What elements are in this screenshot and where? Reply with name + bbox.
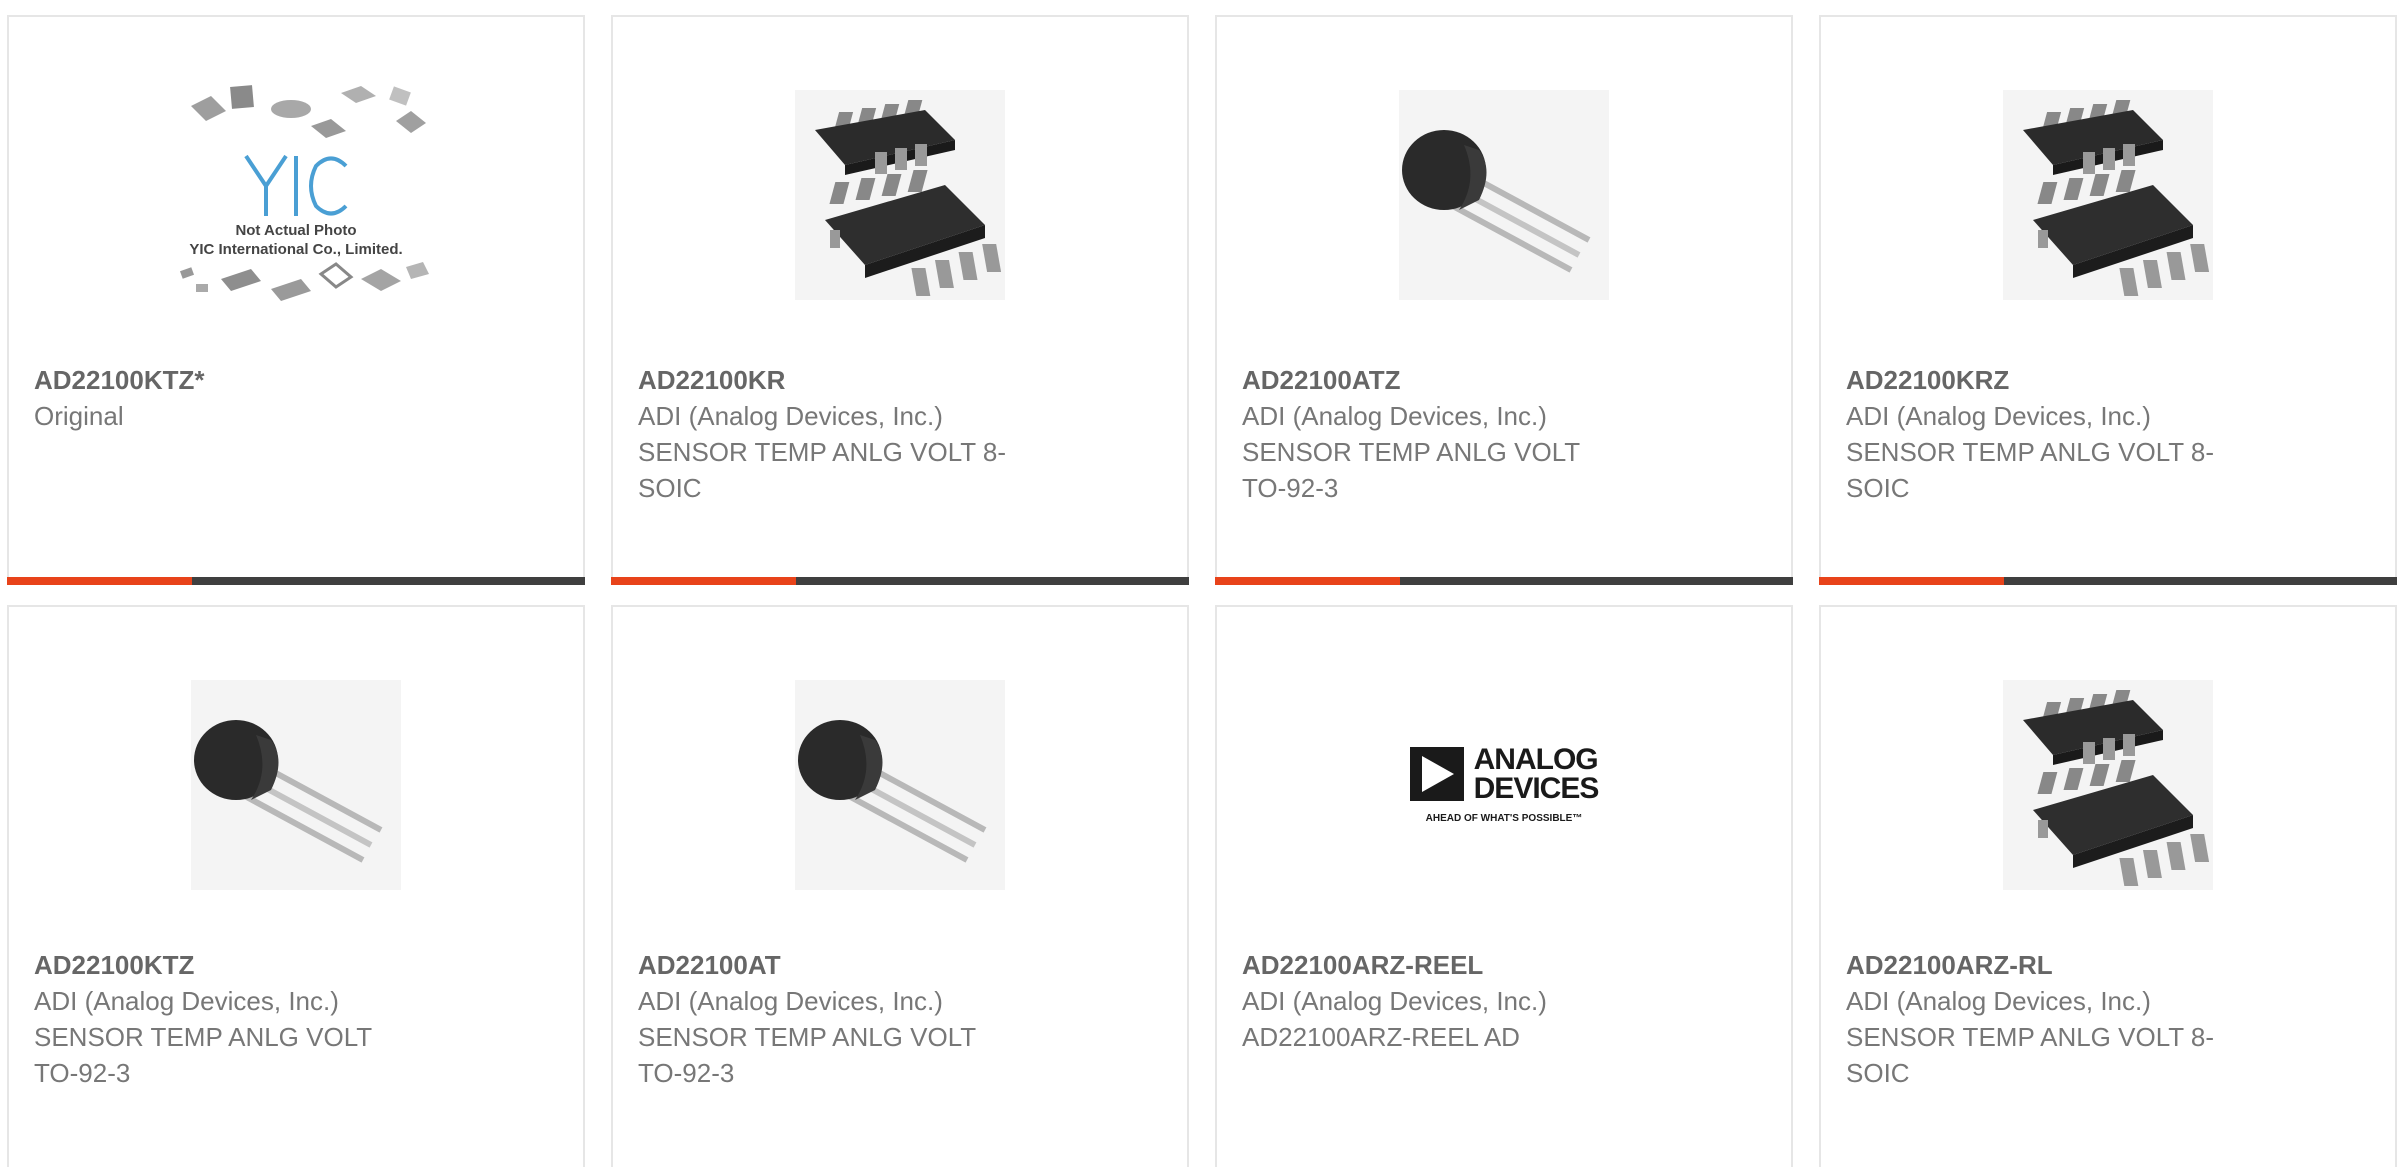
product-image[interactable] <box>613 87 1187 302</box>
product-card[interactable]: Not Actual Photo YIC International Co., … <box>7 15 585 585</box>
description: AD22100ARZ-REEL AD <box>1242 1022 1520 1052</box>
product-card[interactable]: AD22100KRZ ADI (Analog Devices, Inc.) SE… <box>1819 15 2397 585</box>
soic-8-package-icon <box>2003 679 2213 890</box>
product-image[interactable] <box>1217 87 1791 302</box>
progress-fill <box>1215 577 1400 585</box>
to-92-package-icon <box>1399 89 1609 300</box>
product-image[interactable] <box>1821 87 2395 302</box>
chip-cluster-icon <box>179 261 429 301</box>
manufacturer: ADI (Analog Devices, Inc.) <box>1846 401 2151 431</box>
manufacturer: Original <box>34 401 124 431</box>
part-number[interactable]: AD22100KRZ <box>1846 362 2286 398</box>
progress-bar <box>611 577 1189 585</box>
progress-bar <box>1215 577 1793 585</box>
description: SENSOR TEMP ANLG VOLT 8-SOIC <box>638 437 1006 503</box>
part-number[interactable]: AD22100KTZ* <box>34 362 474 398</box>
product-info: AD22100KRZ ADI (Analog Devices, Inc.) SE… <box>1846 362 2286 506</box>
product-info: AD22100KTZ ADI (Analog Devices, Inc.) SE… <box>34 947 474 1091</box>
part-number[interactable]: AD22100AT <box>638 947 1078 983</box>
product-image[interactable]: Not Actual Photo YIC International Co., … <box>9 84 583 302</box>
manufacturer: ADI (Analog Devices, Inc.) <box>1242 401 1547 431</box>
product-image[interactable] <box>1821 677 2395 892</box>
manufacturer: ADI (Analog Devices, Inc.) <box>1846 986 2151 1016</box>
product-image[interactable]: ANALOG DEVICES AHEAD OF WHAT'S POSSIBLE™ <box>1217 677 1791 892</box>
manufacturer: ADI (Analog Devices, Inc.) <box>638 986 943 1016</box>
manufacturer: ADI (Analog Devices, Inc.) <box>34 986 339 1016</box>
product-card[interactable]: ANALOG DEVICES AHEAD OF WHAT'S POSSIBLE™… <box>1215 605 1793 1167</box>
product-card[interactable]: AD22100ATZ ADI (Analog Devices, Inc.) SE… <box>1215 15 1793 585</box>
part-number[interactable]: AD22100ATZ <box>1242 362 1682 398</box>
product-card[interactable]: AD22100ARZ-RL ADI (Analog Devices, Inc.)… <box>1819 605 2397 1167</box>
analog-devices-logo: ANALOG DEVICES AHEAD OF WHAT'S POSSIBLE™ <box>1409 745 1599 824</box>
part-number[interactable]: AD22100KR <box>638 362 1078 398</box>
description: SENSOR TEMP ANLG VOLT TO-92-3 <box>1242 437 1580 503</box>
description: SENSOR TEMP ANLG VOLT TO-92-3 <box>638 1022 976 1088</box>
manufacturer: ADI (Analog Devices, Inc.) <box>1242 986 1547 1016</box>
description: SENSOR TEMP ANLG VOLT 8-SOIC <box>1846 437 2214 503</box>
product-info: AD22100ARZ-RL ADI (Analog Devices, Inc.)… <box>1846 947 2286 1091</box>
product-info: AD22100KTZ* Original <box>34 362 474 434</box>
product-card[interactable]: AD22100AT ADI (Analog Devices, Inc.) SEN… <box>611 605 1189 1167</box>
product-info: AD22100ATZ ADI (Analog Devices, Inc.) SE… <box>1242 362 1682 506</box>
progress-fill <box>7 577 192 585</box>
description: SENSOR TEMP ANLG VOLT TO-92-3 <box>34 1022 372 1088</box>
play-triangle-icon <box>1409 747 1464 801</box>
product-info: AD22100KR ADI (Analog Devices, Inc.) SEN… <box>638 362 1078 506</box>
placeholder-caption: Not Actual Photo YIC International Co., … <box>189 221 403 258</box>
progress-fill <box>611 577 796 585</box>
part-number[interactable]: AD22100ARZ-RL <box>1846 947 2286 983</box>
part-number[interactable]: AD22100KTZ <box>34 947 474 983</box>
to-92-package-icon <box>795 679 1005 890</box>
soic-8-package-icon <box>795 89 1005 300</box>
soic-8-package-icon <box>2003 89 2213 300</box>
product-card[interactable]: AD22100KTZ ADI (Analog Devices, Inc.) SE… <box>7 605 585 1167</box>
progress-bar <box>7 577 585 585</box>
manufacturer: ADI (Analog Devices, Inc.) <box>638 401 943 431</box>
product-image[interactable] <box>9 677 583 892</box>
progress-bar <box>1819 577 2397 585</box>
product-grid: Not Actual Photo YIC International Co., … <box>0 0 2400 1167</box>
to-92-package-icon <box>191 679 401 890</box>
description: SENSOR TEMP ANLG VOLT 8-SOIC <box>1846 1022 2214 1088</box>
progress-fill <box>1819 577 2004 585</box>
part-number[interactable]: AD22100ARZ-REEL <box>1242 947 1682 983</box>
product-card[interactable]: AD22100KR ADI (Analog Devices, Inc.) SEN… <box>611 15 1189 585</box>
product-info: AD22100AT ADI (Analog Devices, Inc.) SEN… <box>638 947 1078 1091</box>
yic-logo-icon <box>244 154 348 216</box>
chip-cluster-icon <box>191 84 426 138</box>
product-image[interactable] <box>613 677 1187 892</box>
product-info: AD22100ARZ-REEL ADI (Analog Devices, Inc… <box>1242 947 1682 1055</box>
